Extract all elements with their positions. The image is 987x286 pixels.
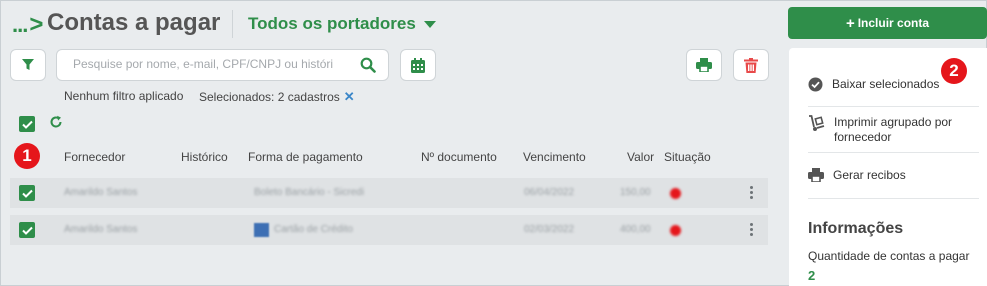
- calendar-icon: [411, 57, 425, 73]
- printer-icon: [696, 58, 712, 72]
- cell-valor: 400,00: [620, 224, 651, 235]
- column-header-vencimento[interactable]: Vencimento: [523, 150, 586, 164]
- credit-card-icon: [254, 223, 269, 237]
- action-label: Baixar selecionados: [832, 77, 940, 91]
- portadores-label: Todos os portadores: [248, 14, 416, 33]
- title-divider: [232, 10, 233, 38]
- portadores-dropdown[interactable]: Todos os portadores: [248, 14, 436, 34]
- printer-icon: [808, 168, 824, 182]
- selection-count: Selecionados: 2 cadastros: [199, 90, 340, 104]
- cell-valor: 150,00: [620, 187, 651, 198]
- selection-status: Selecionados: 2 cadastros ✕: [199, 89, 355, 105]
- clear-selection-icon[interactable]: ✕: [344, 89, 355, 104]
- action-label: Gerar recibos: [833, 168, 906, 182]
- cell-vencimento: 02/03/2022: [524, 224, 575, 235]
- plus-icon: +: [845, 14, 855, 32]
- info-count-value: 2: [808, 268, 816, 283]
- action-imprimir-agrupado[interactable]: Imprimir agrupado por fornecedor: [808, 115, 974, 145]
- add-account-button[interactable]: + Incluir conta: [788, 7, 987, 39]
- table-row[interactable]: Amarildo Santos Cartão de Crédito 02/03/…: [10, 215, 768, 245]
- search-input[interactable]: [73, 57, 353, 71]
- column-header-valor[interactable]: Valor: [627, 150, 654, 164]
- cell-forma-pagamento: Cartão de Crédito: [274, 224, 353, 235]
- refresh-button[interactable]: [49, 115, 63, 134]
- column-header-historico[interactable]: Histórico: [181, 150, 228, 164]
- info-count-label: Quantidade de contas a pagar: [808, 249, 970, 263]
- delete-button[interactable]: [733, 49, 769, 81]
- action-baixar-selecionados[interactable]: Baixar selecionados: [808, 77, 939, 92]
- filter-icon: [22, 59, 34, 70]
- action-label: Imprimir agrupado por fornecedor: [834, 115, 953, 144]
- select-all-checkbox[interactable]: [19, 116, 35, 132]
- breadcrumb-arrow-icon: >: [29, 11, 43, 38]
- page-title: Contas a pagar: [47, 9, 221, 36]
- column-header-fornecedor[interactable]: Fornecedor: [64, 150, 125, 164]
- search-box[interactable]: [56, 49, 389, 81]
- row-checkbox[interactable]: [19, 185, 35, 201]
- search-icon[interactable]: [360, 57, 376, 78]
- cell-fornecedor: Amarildo Santos: [64, 187, 138, 198]
- breadcrumb-dots[interactable]: ...: [12, 12, 28, 37]
- filter-status: Nenhum filtro aplicado: [64, 89, 184, 103]
- cell-fornecedor: Amarildo Santos: [64, 224, 138, 235]
- check-icon: [21, 226, 33, 235]
- dolly-icon: [809, 115, 825, 131]
- column-header-forma-pagamento[interactable]: Forma de pagamento: [248, 150, 363, 164]
- filter-button[interactable]: [10, 49, 46, 81]
- add-account-label: Incluir conta: [857, 16, 930, 30]
- table-row[interactable]: Amarildo Santos Boleto Bancário - Sicred…: [10, 178, 768, 208]
- divider: [808, 198, 979, 199]
- trash-icon: [744, 57, 758, 73]
- caret-down-icon: [423, 20, 436, 28]
- column-header-documento[interactable]: Nº documento: [421, 150, 497, 164]
- check-icon: [21, 189, 33, 198]
- annotation-marker-1: 1: [14, 143, 40, 169]
- breadcrumb[interactable]: ...>: [12, 11, 43, 39]
- divider: [808, 152, 979, 153]
- refresh-icon: [50, 115, 62, 128]
- status-indicator: [670, 188, 681, 199]
- cell-vencimento: 06/04/2022: [524, 187, 575, 198]
- info-section-title: Informações: [808, 220, 904, 237]
- cell-forma-pagamento: Boleto Bancário - Sicredi: [254, 187, 365, 198]
- column-header-situacao[interactable]: Situação: [664, 150, 711, 164]
- check-circle-icon: [808, 77, 823, 92]
- print-button[interactable]: [686, 49, 722, 81]
- check-icon: [21, 120, 33, 129]
- row-menu-icon[interactable]: [750, 186, 754, 201]
- divider: [808, 106, 979, 107]
- action-gerar-recibos[interactable]: Gerar recibos: [808, 168, 906, 183]
- row-checkbox[interactable]: [19, 222, 35, 238]
- annotation-marker-2: 2: [941, 58, 967, 84]
- status-indicator: [670, 225, 681, 236]
- date-filter-button[interactable]: [400, 49, 436, 81]
- main-panel: ...> Contas a pagar Todos os portadores …: [0, 0, 779, 286]
- row-menu-icon[interactable]: [750, 223, 754, 238]
